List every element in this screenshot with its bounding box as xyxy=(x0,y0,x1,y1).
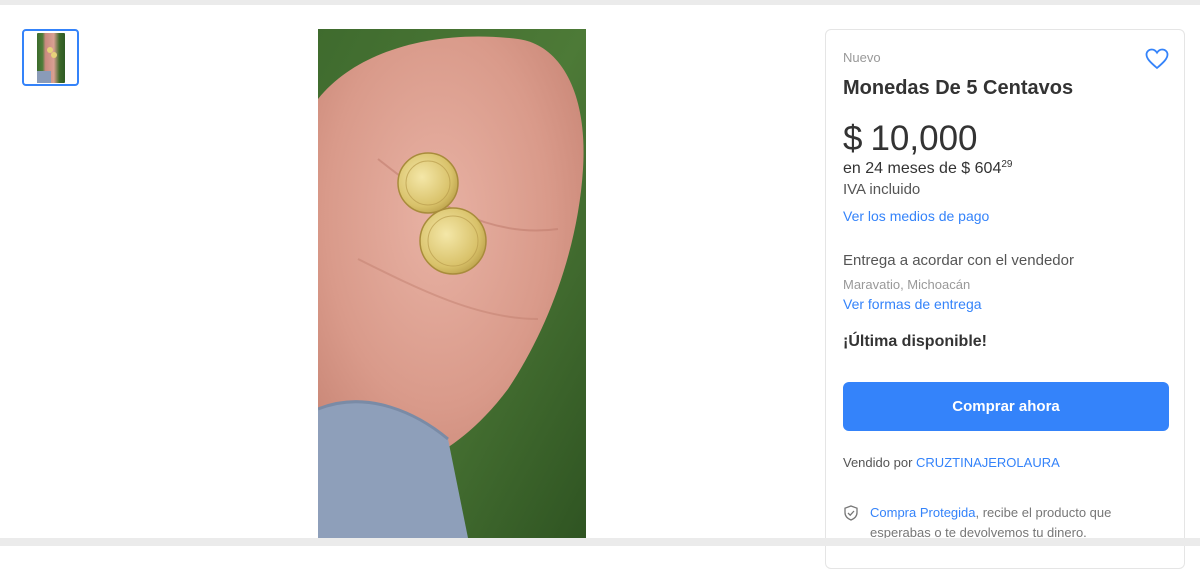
product-title: Monedas De 5 Centavos xyxy=(843,77,1074,99)
seller-name-link[interactable]: CRUZTINAJEROLAURA xyxy=(916,455,1060,470)
seller-info: Vendido por CRUZTINAJEROLAURA xyxy=(843,455,1060,470)
product-photo xyxy=(318,29,586,538)
thumbnail-image xyxy=(36,32,65,83)
condition-label: Nuevo xyxy=(843,50,881,65)
purchase-panel: Nuevo Monedas De 5 Centavos $10,000 en 2… xyxy=(825,29,1185,569)
product-main-image[interactable] xyxy=(318,29,586,538)
seller-location: Maravatio, Michoacán xyxy=(843,277,971,292)
installments: en 24 meses de $ 60429 xyxy=(843,159,1012,178)
payment-methods-link[interactable]: Ver los medios de pago xyxy=(843,208,989,224)
buy-now-button[interactable]: Comprar ahora xyxy=(843,382,1169,431)
shield-check-icon xyxy=(844,505,858,521)
tax-note: IVA incluido xyxy=(843,181,921,198)
shipping-title: Entrega a acordar con el vendedor xyxy=(843,252,1074,269)
gallery-thumbnail[interactable] xyxy=(22,29,79,86)
installments-cents: 29 xyxy=(1001,159,1013,170)
installments-text: en 24 meses de $ 604 xyxy=(843,160,1002,177)
bottom-bar xyxy=(0,538,1200,546)
price-currency: $ xyxy=(843,119,863,158)
top-bar xyxy=(0,0,1200,5)
shipping-options-link[interactable]: Ver formas de entrega xyxy=(843,296,982,312)
product-price: $10,000 xyxy=(843,119,978,159)
stock-status: ¡Última disponible! xyxy=(843,333,987,350)
seller-prefix: Vendido por xyxy=(843,455,913,470)
protected-purchase-link[interactable]: Compra Protegida xyxy=(870,505,976,520)
protection-text-block: Compra Protegida, recibe el producto que… xyxy=(870,503,1160,543)
heart-icon[interactable] xyxy=(1145,47,1169,71)
price-amount: 10,000 xyxy=(870,119,978,158)
